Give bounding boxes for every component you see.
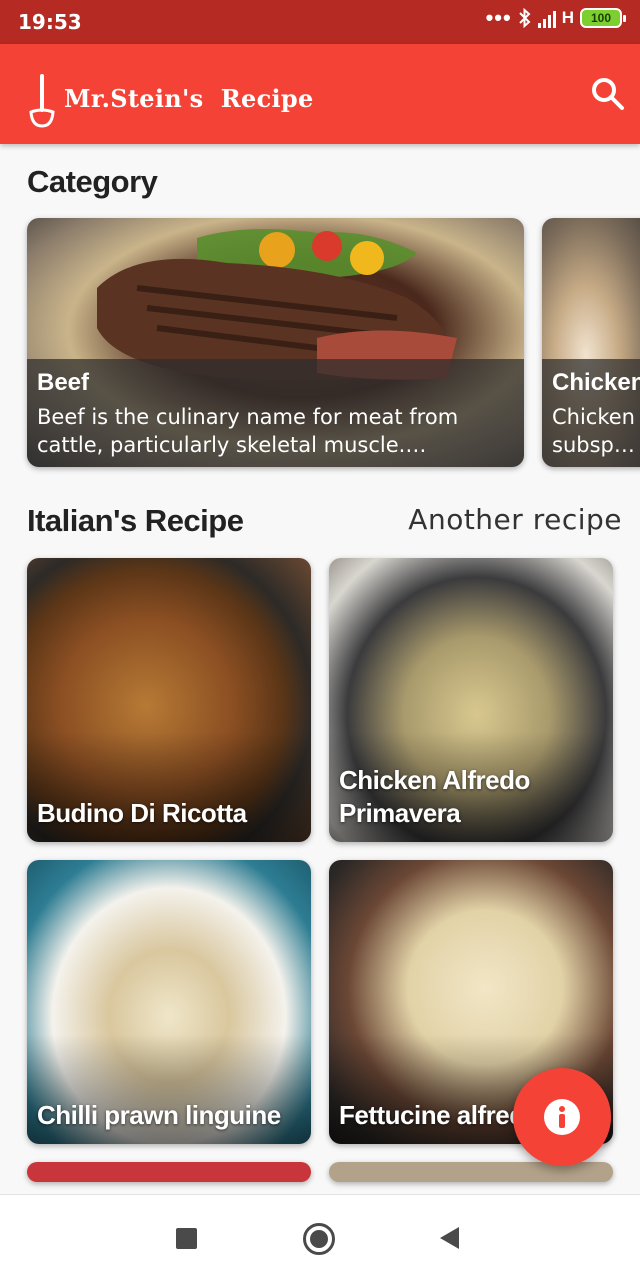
signal-icon — [537, 8, 556, 28]
status-time: 19:53 — [18, 10, 82, 34]
ladle-icon — [29, 74, 55, 128]
category-overlay: Beef Beef is the culinary name for meat … — [27, 359, 524, 467]
recipe-title: Chicken Alfredo Primavera — [339, 765, 530, 828]
info-fab-button[interactable] — [513, 1068, 611, 1166]
search-icon[interactable] — [590, 76, 626, 112]
another-recipe-link[interactable]: Another recipe — [408, 503, 622, 536]
category-description: Beef is the culinary name for meat from … — [37, 405, 459, 457]
more-dots-icon: ••• — [485, 5, 512, 30]
recipe-card-partial[interactable] — [27, 1162, 311, 1182]
status-icons: ••• H 100 — [485, 5, 626, 30]
category-name: Beef — [37, 369, 90, 396]
status-bar: 19:53 ••• H 100 — [0, 0, 640, 44]
recipe-title: Chilli prawn linguine — [37, 1100, 281, 1130]
category-name: Chicken — [552, 369, 640, 396]
battery-icon: 100 — [580, 8, 626, 28]
category-description: Chicken subspecies — [552, 405, 640, 457]
home-circle-icon[interactable] — [303, 1223, 335, 1255]
recipe-title: Budino Di Ricotta — [37, 798, 247, 828]
category-card-chicken[interactable]: Chicken Chicken subspecies — [542, 218, 640, 467]
info-icon — [544, 1099, 580, 1135]
app-title: Mr.Stein's Recipe — [64, 84, 314, 113]
recipe-card[interactable]: Chicken Alfredo Primavera — [329, 558, 613, 842]
app-bar: Mr.Stein's Recipe — [0, 44, 640, 144]
italian-section-title: Italian's Recipe — [27, 503, 244, 538]
category-section-title: Category — [27, 164, 158, 199]
recipe-card[interactable]: Chilli prawn linguine — [27, 860, 311, 1144]
recipe-card[interactable]: Budino Di Ricotta — [27, 558, 311, 842]
bluetooth-icon — [519, 8, 531, 28]
recents-square-icon[interactable] — [176, 1228, 197, 1249]
category-card-beef[interactable]: Beef Beef is the culinary name for meat … — [27, 218, 524, 467]
category-overlay: Chicken Chicken subspecies — [542, 359, 640, 467]
back-triangle-icon[interactable] — [440, 1227, 459, 1249]
network-type: H — [561, 8, 574, 27]
system-nav-bar — [0, 1194, 640, 1280]
